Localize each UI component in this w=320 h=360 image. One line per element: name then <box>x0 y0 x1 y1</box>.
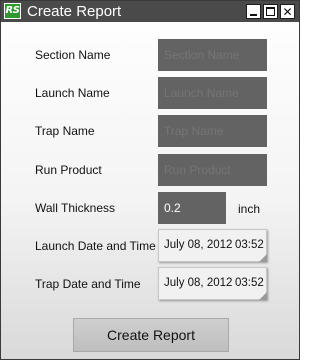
maximize-icon <box>266 7 275 16</box>
title-bar[interactable]: RS Create Report ✕ <box>1 1 299 22</box>
trap-datetime-label: Trap Date and Time <box>35 277 141 291</box>
trap-datetime-picker[interactable]: July 08, 2012 03:52 <box>158 267 267 300</box>
wall-thickness-input[interactable] <box>158 192 226 224</box>
minimize-button[interactable] <box>246 4 261 19</box>
launch-name-input[interactable] <box>158 77 267 109</box>
wall-thickness-label: Wall Thickness <box>35 201 116 215</box>
trap-name-input[interactable] <box>158 115 267 147</box>
launch-date-value: July 08, 2012 <box>164 239 233 251</box>
window-title: Create Report <box>27 3 122 20</box>
minimize-icon <box>250 14 257 16</box>
close-button[interactable]: ✕ <box>280 4 295 19</box>
trap-date-value: July 08, 2012 <box>164 277 233 289</box>
launch-time-value: 03:52 <box>235 239 264 251</box>
close-icon: ✕ <box>282 4 293 19</box>
launch-datetime-picker[interactable]: July 08, 2012 03:52 <box>158 229 267 262</box>
create-report-window: RS Create Report ✕ Section Name Launch N… <box>0 0 300 360</box>
run-product-label: Run Product <box>35 163 102 177</box>
section-name-label: Section Name <box>35 48 111 62</box>
wall-thickness-unit: inch <box>238 202 261 216</box>
launch-name-label: Launch Name <box>35 86 110 100</box>
trap-name-label: Trap Name <box>35 124 95 138</box>
maximize-button[interactable] <box>263 4 278 19</box>
fold-corner-icon <box>259 292 267 300</box>
app-logo: RS <box>4 3 21 19</box>
trap-time-value: 03:52 <box>235 277 264 289</box>
section-name-input[interactable] <box>158 39 267 71</box>
launch-datetime-label: Launch Date and Time <box>35 239 156 253</box>
create-report-button[interactable]: Create Report <box>73 318 229 352</box>
fold-corner-icon <box>259 254 267 262</box>
run-product-input[interactable] <box>158 154 267 186</box>
